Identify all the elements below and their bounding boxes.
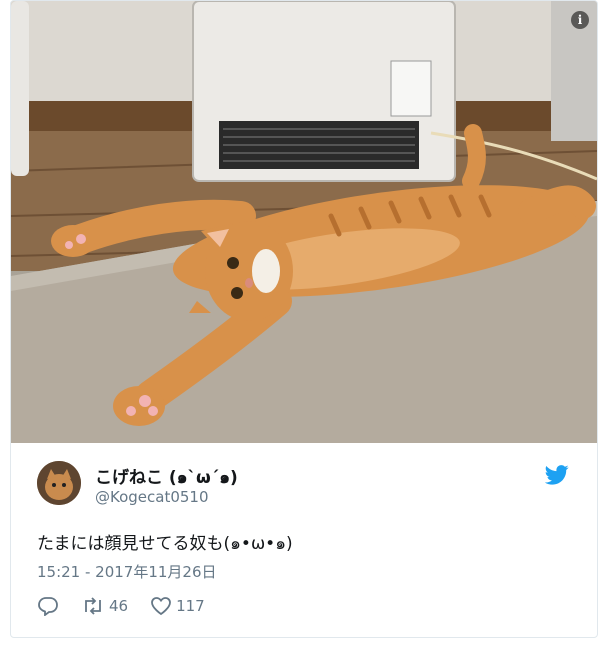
- reply-icon: [38, 597, 58, 616]
- heart-icon: [151, 597, 171, 616]
- tweet-actions: 46 117: [37, 595, 227, 617]
- like-count: 117: [176, 597, 205, 615]
- author-handle[interactable]: @Kogecat0510: [95, 488, 209, 506]
- info-icon[interactable]: i: [571, 11, 589, 29]
- avatar-image: [37, 461, 81, 505]
- tweet-card[interactable]: i こげねこ (๑`ω´๑) @Kogecat0510 たまには顔見せてる奴も(…: [10, 0, 598, 638]
- reply-button[interactable]: [37, 596, 59, 616]
- like-button[interactable]: 117: [150, 596, 205, 616]
- tweet-timestamp[interactable]: 15:21 - 2017年11月26日: [37, 561, 217, 582]
- tweet-photo[interactable]: i: [11, 1, 597, 443]
- author-display-name[interactable]: こげねこ (๑`ω´๑): [95, 463, 238, 491]
- avatar[interactable]: [37, 461, 81, 505]
- retweet-button[interactable]: 46: [81, 596, 128, 616]
- retweet-count: 46: [109, 597, 129, 615]
- tweet-text: たまには顔見せてる奴も(๑•ω•๑): [37, 534, 293, 554]
- cat-photo: [11, 1, 597, 443]
- retweet-icon: [85, 597, 101, 615]
- twitter-bird-icon[interactable]: [544, 465, 569, 485]
